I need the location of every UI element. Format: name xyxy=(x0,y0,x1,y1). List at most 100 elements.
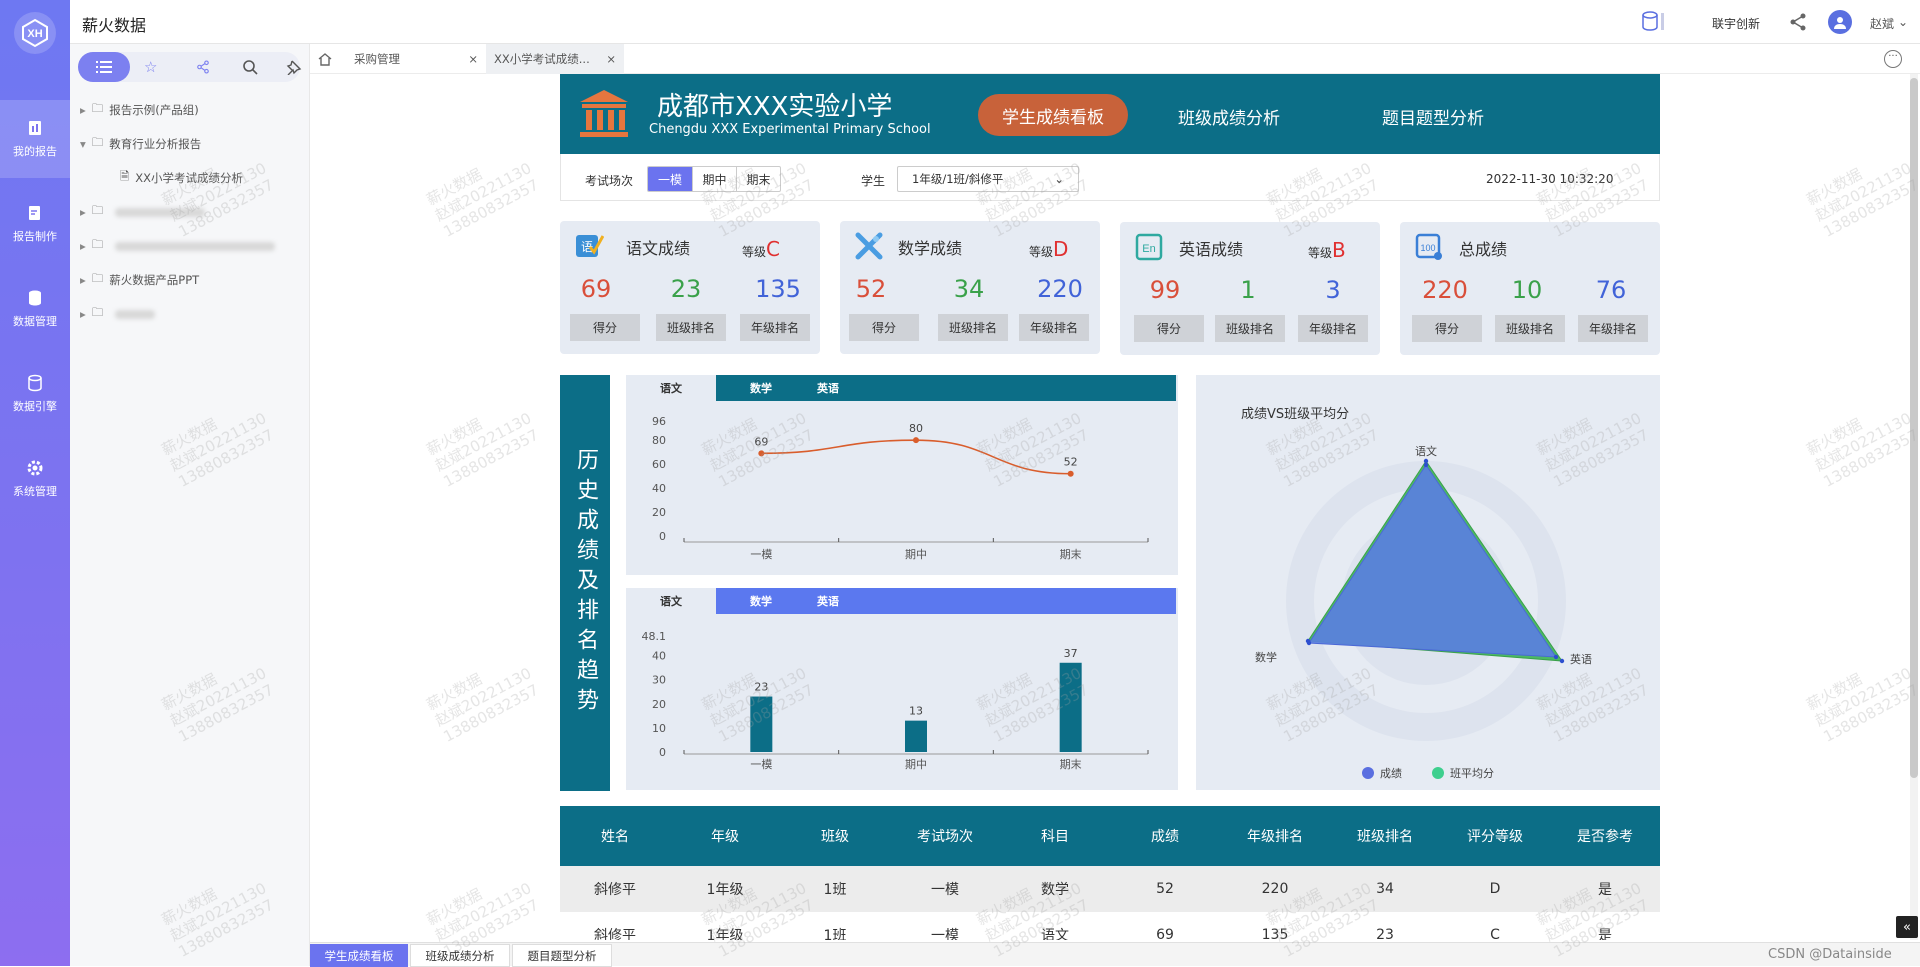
nav-my-report[interactable]: 我的报告 xyxy=(0,100,70,178)
subject-tab-english[interactable]: 英语 xyxy=(806,588,1176,614)
tree-item-selected[interactable]: 🗎 XX小学考试成绩分析 xyxy=(120,166,243,190)
share-icon[interactable] xyxy=(1788,12,1808,32)
legend-marker[interactable] xyxy=(1362,767,1374,779)
radar-point[interactable] xyxy=(1553,654,1559,660)
scrollbar-thumb[interactable] xyxy=(1910,78,1918,778)
database-status-icon[interactable] xyxy=(1640,10,1666,32)
y-tick-label: 96 xyxy=(652,415,666,428)
data-label: 23 xyxy=(754,681,768,694)
sheet-tab-class[interactable]: 班级成绩分析 xyxy=(410,944,510,967)
database-icon xyxy=(29,290,41,306)
radar-point[interactable] xyxy=(1423,458,1429,464)
math-icon xyxy=(855,232,883,260)
bar[interactable] xyxy=(750,696,773,752)
column-header[interactable]: 考试场次 xyxy=(890,806,1000,866)
tree-item[interactable]: ▸ 🗀 xyxy=(80,200,206,224)
table-row[interactable]: 斜修平 1年级 1班 一模 数学 52 220 34 D 是 xyxy=(560,866,1660,912)
subject-tab-math[interactable]: 数学 xyxy=(716,588,806,614)
table-row[interactable]: 斜修平 1年级 1班 一模 语文 69 135 23 C 是 xyxy=(560,912,1660,940)
column-header[interactable]: 成绩 xyxy=(1110,806,1220,866)
folder-icon: 🗀 xyxy=(91,202,104,217)
tree-item[interactable]: ▸ 🗀 xyxy=(80,234,276,258)
user-menu[interactable]: 赵斌 ⌄ xyxy=(1870,15,1908,32)
collapse-icon[interactable]: « xyxy=(1896,916,1918,938)
bar[interactable] xyxy=(1059,662,1082,752)
data-point[interactable] xyxy=(758,450,765,457)
card-english: En 英语成绩 等级 B 99 1 3 得分 班级排名 年级排名 xyxy=(1120,222,1380,355)
vertical-scrollbar[interactable] xyxy=(1910,74,1918,940)
share-tree-icon[interactable] xyxy=(196,60,210,74)
list-view-button[interactable] xyxy=(78,52,130,82)
data-label: 13 xyxy=(909,705,923,718)
tree-item[interactable]: ▸ 🗀 薪火数据产品PPT xyxy=(80,268,199,292)
caret-down-icon: ▾ xyxy=(80,137,86,151)
tab-student-dashboard[interactable]: 学生成绩看板 xyxy=(978,94,1128,136)
data-label: 52 xyxy=(1064,456,1078,469)
exam-option-2[interactable]: 期中 xyxy=(692,167,736,191)
radar-point[interactable] xyxy=(1559,658,1565,664)
x-tick-label: 期末 xyxy=(1060,547,1082,561)
close-icon[interactable]: × xyxy=(468,52,478,66)
brand-link[interactable]: 联宇创新 xyxy=(1712,15,1760,32)
data-point[interactable] xyxy=(1067,470,1074,477)
column-header[interactable]: 姓名 xyxy=(560,806,670,866)
data-point[interactable] xyxy=(913,437,919,444)
table-cell: 52 xyxy=(1156,881,1174,897)
nav-data-engine[interactable]: 数据引擎 xyxy=(0,355,70,433)
table-cell: C xyxy=(1490,927,1500,940)
column-header[interactable]: 年级 xyxy=(670,806,780,866)
column-header[interactable]: 班级排名 xyxy=(1330,806,1440,866)
tree-item[interactable]: ▸ 🗀 报告示例(产品组) xyxy=(80,98,199,122)
column-header[interactable]: 班级 xyxy=(780,806,890,866)
column-header[interactable]: 评分等级 xyxy=(1440,806,1550,866)
tree-item[interactable]: ▸ 🗀 xyxy=(80,302,156,326)
radar-axis-label: 语文 xyxy=(1415,444,1437,458)
student-select[interactable]: 1年级/1班/斜修平 ⌄ xyxy=(897,166,1079,192)
doc-tabs: 采购管理 × XX小学考试成绩... × ··· xyxy=(310,44,1920,74)
table-cell: 斜修平 xyxy=(594,882,636,898)
column-header[interactable]: 年级排名 xyxy=(1220,806,1330,866)
home-icon[interactable] xyxy=(318,52,332,66)
avatar[interactable] xyxy=(1828,10,1852,34)
sheet-tab-student[interactable]: 学生成绩看板 xyxy=(310,944,408,967)
subject-tab-chinese[interactable]: 语文 xyxy=(626,588,716,614)
tree-item[interactable]: ▾ 🗀 教育行业分析报告 xyxy=(80,132,201,156)
tab-report[interactable]: XX小学考试成绩... × xyxy=(486,44,624,74)
nav-system-manage[interactable]: 系统管理 xyxy=(0,440,70,518)
trend-title: 历史成绩及排名趋势 xyxy=(573,448,598,718)
legend-marker[interactable] xyxy=(1432,767,1444,779)
subject-tab-english[interactable]: 英语 xyxy=(806,375,1176,401)
subject-tab-chinese[interactable]: 语文 xyxy=(626,375,716,401)
tab-class-analysis[interactable]: 班级成绩分析 xyxy=(1178,104,1280,129)
app-logo-icon[interactable]: XH xyxy=(14,12,56,54)
nav-report-make[interactable]: 报告制作 xyxy=(0,185,70,263)
radar-point[interactable] xyxy=(1305,638,1311,644)
close-icon[interactable]: × xyxy=(606,52,616,66)
score-label: 得分 xyxy=(570,314,640,341)
trend-title-panel: 历史成绩及排名趋势 xyxy=(560,375,610,791)
exam-option-1[interactable]: 一模 xyxy=(648,167,692,191)
report-header: 成都市XXX实验小学 Chengdu XXX Experimental Prim… xyxy=(560,74,1660,154)
sheet-tab-question[interactable]: 题目题型分析 xyxy=(512,944,612,967)
column-header[interactable]: 是否参考 xyxy=(1550,806,1660,866)
pin-icon[interactable] xyxy=(286,59,302,75)
table-cell: 语文 xyxy=(1041,928,1069,940)
list-icon xyxy=(96,61,112,73)
column-header[interactable]: 科目 xyxy=(1000,806,1110,866)
nav-data-manage[interactable]: 数据管理 xyxy=(0,270,70,348)
table-cell: 34 xyxy=(1376,881,1394,897)
legend-label: 成绩 xyxy=(1380,767,1402,780)
subject-tab-math[interactable]: 数学 xyxy=(716,375,806,401)
tab-question-analysis[interactable]: 题目题型分析 xyxy=(1382,104,1484,129)
caret-right-icon: ▸ xyxy=(80,103,86,117)
star-icon[interactable]: ☆ xyxy=(144,59,157,75)
bar[interactable] xyxy=(905,720,927,752)
radar-chart: 语文数学 英语成绩 班平均分 xyxy=(1255,444,1592,780)
exam-option-3[interactable]: 期末 xyxy=(736,167,780,191)
radar-point[interactable] xyxy=(1423,462,1429,468)
y-tick-label: 60 xyxy=(652,458,666,471)
x-tick-label: 期中 xyxy=(905,548,927,561)
search-icon[interactable] xyxy=(242,59,258,75)
more-icon[interactable]: ··· xyxy=(1884,50,1902,68)
tab-purchase[interactable]: 采购管理 × xyxy=(346,44,486,74)
